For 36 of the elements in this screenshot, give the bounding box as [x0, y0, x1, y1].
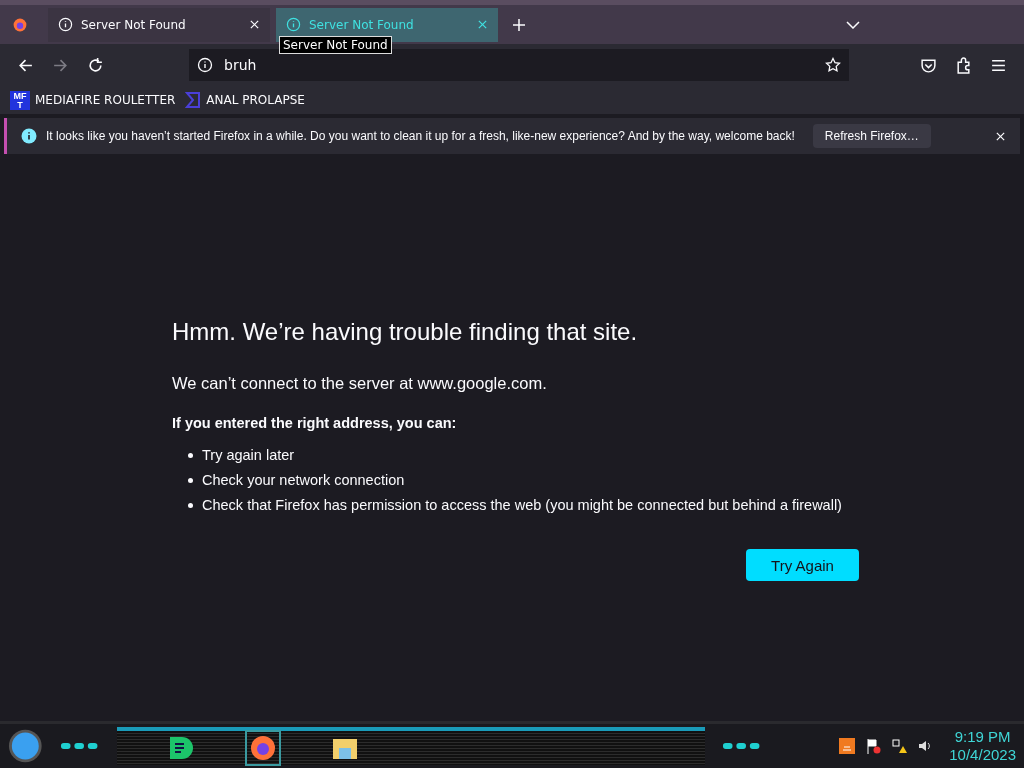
- address-bar[interactable]: bruh: [189, 49, 849, 81]
- tooltip: Server Not Found: [279, 36, 392, 54]
- bookmark-favicon: MF T: [10, 90, 30, 110]
- network-warning-icon[interactable]: [891, 738, 908, 754]
- new-tab-icon[interactable]: [512, 17, 526, 32]
- reload-icon[interactable]: [87, 56, 104, 74]
- browser-app-icon[interactable]: [244, 730, 281, 766]
- clock-date[interactable]: 10/4/2023: [949, 746, 1016, 764]
- bullet-icon: [188, 452, 193, 458]
- info-icon: [58, 17, 73, 32]
- clock-time[interactable]: 9:19 PM: [954, 728, 1011, 746]
- browser-logo-icon[interactable]: [12, 16, 28, 33]
- info-icon[interactable]: [197, 57, 213, 73]
- error-description: We can’t connect to the server at www.google.com.: [172, 374, 548, 393]
- pocket-icon[interactable]: [920, 56, 937, 74]
- flag-icon[interactable]: [865, 738, 882, 754]
- info-icon: [21, 128, 37, 144]
- star-icon[interactable]: [825, 57, 841, 73]
- suggestion-text: Try again later: [202, 447, 295, 463]
- bullet-icon: [188, 502, 193, 508]
- puzzle-icon[interactable]: [955, 56, 972, 74]
- chevron-down-icon[interactable]: [846, 20, 860, 29]
- error-title: Hmm. We’re having trouble finding that site.: [172, 318, 639, 346]
- info-icon: [286, 17, 301, 32]
- sigma-icon: [185, 92, 202, 108]
- suggestions-heading: If you entered the right address, you can:: [172, 415, 458, 431]
- refresh-button[interactable]: Refresh Firefox…: [812, 124, 931, 148]
- app-tray-icon[interactable]: [839, 738, 856, 754]
- start-orb-icon[interactable]: [8, 728, 43, 764]
- suggestion-text: Check that Firefox has permission to access the web (you might be connected but behind a firewall): [202, 497, 842, 513]
- suggestion-text: Check your network connection: [202, 472, 405, 488]
- bullet-icon: [188, 477, 193, 483]
- notification-message: It looks like you haven’t started Firefox in a while. Do you want to clean it up for a fresh, like-new experience? And by the way, welcome back!: [46, 129, 795, 143]
- try-again-button[interactable]: Try Again: [746, 549, 859, 581]
- browser-tab[interactable]: Server Not Found: [48, 7, 270, 42]
- bookmark-link[interactable]: ANAL PROLAPSE: [185, 92, 305, 108]
